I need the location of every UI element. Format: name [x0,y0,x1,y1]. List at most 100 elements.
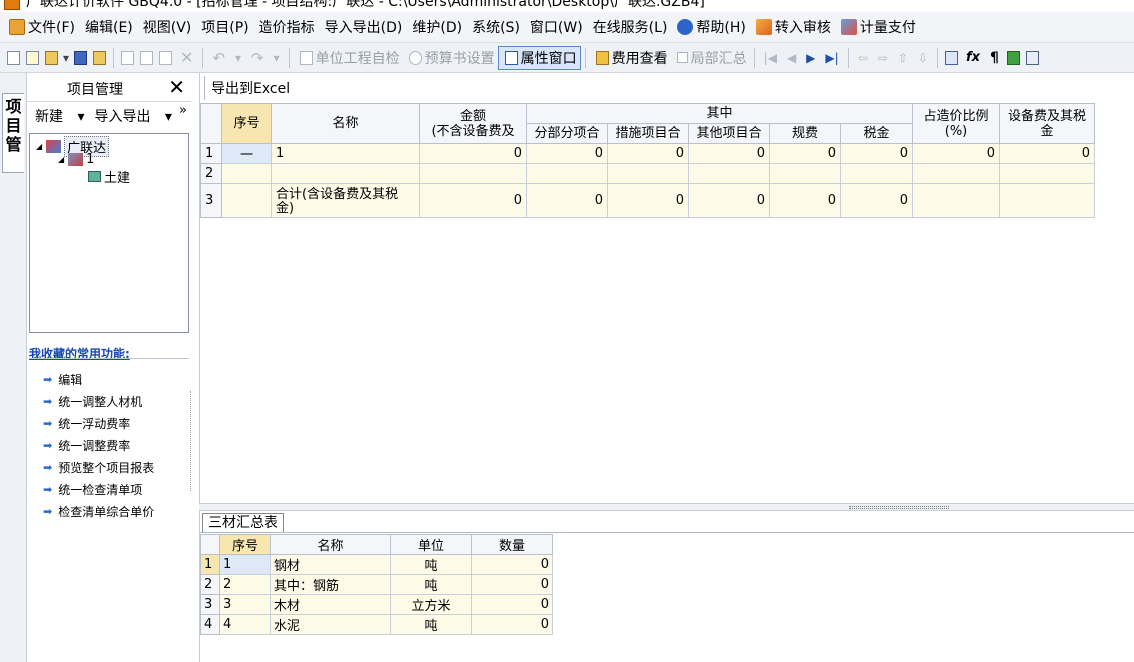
menu-cost-index[interactable]: 造价指标 [254,15,320,39]
pane-splitter[interactable] [199,503,1134,511]
row-number[interactable]: 1 [200,143,222,164]
prev-icon[interactable]: ◀ [787,51,796,65]
close-icon[interactable]: ✕ [168,75,185,99]
new-dropdown[interactable]: 新建 ▾ [35,106,84,126]
cell-sub-items[interactable] [526,163,608,184]
fee-view-button[interactable]: 费用查看 [590,46,671,70]
move-down-icon[interactable]: ⇩ [918,51,928,65]
cell-ratio[interactable] [912,183,1000,218]
menu-help[interactable]: 帮助(H) [672,15,750,39]
row-number[interactable]: 3 [200,594,220,615]
save-as-icon[interactable] [93,50,107,65]
paste-icon[interactable] [159,50,173,65]
row-number[interactable]: 2 [200,574,220,595]
cell-amount[interactable] [419,163,527,184]
row-number[interactable]: 1 [200,554,220,575]
cell-sub-items[interactable]: 0 [526,183,608,218]
import-export-dropdown[interactable]: 导入导出 ▾ [94,106,171,126]
cell-fees[interactable]: 0 [769,143,841,164]
menu-online-service[interactable]: 在线服务(L) [588,15,673,39]
menu-window[interactable]: 窗口(W) [525,15,588,39]
tree-node-single[interactable]: ◢ 1 [58,152,94,167]
header-unit[interactable]: 单位 [390,534,472,555]
export-excel-button[interactable]: 导出到Excel [204,76,296,100]
cell-measures[interactable] [607,163,689,184]
tab-three-materials[interactable]: 三材汇总表 [202,513,284,533]
header-name[interactable]: 名称 [271,103,420,144]
redo-icon[interactable]: ↷ [251,49,264,67]
menu-maintain[interactable]: 维护(D) [407,15,467,39]
open-folder-icon[interactable] [45,50,58,65]
cell-qty[interactable]: 0 [471,614,553,635]
cell-qty[interactable]: 0 [471,554,553,575]
calculator-icon[interactable] [944,50,958,65]
cell-ratio[interactable] [912,163,1000,184]
materials-summary-grid[interactable]: 序号 名称 单位 数量 1 1 钢材 吨 0 2 2 其中：钢筋 吨 0 3 3… [200,534,553,635]
cube-icon[interactable] [1006,50,1020,65]
undo-dropdown-icon[interactable]: ▾ [235,51,241,65]
header-ratio[interactable]: 占造价比例 (%) [912,103,1000,144]
header-qty[interactable]: 数量 [471,534,553,555]
header-equipment[interactable]: 设备费及其税 金 [999,103,1095,144]
tree-node-civil[interactable]: 土建 [88,167,130,186]
move-up-icon[interactable]: ⇧ [898,51,908,65]
header-sub-items[interactable]: 分部分项合 [526,123,608,144]
cell-sub-items[interactable]: 0 [526,143,608,164]
header-name[interactable]: 名称 [270,534,391,555]
cell-seq[interactable]: 4 [219,614,271,635]
cell-other-items[interactable]: 0 [688,183,770,218]
move-right-icon[interactable]: ⇨ [878,51,888,65]
cell-tax[interactable]: 0 [840,183,913,218]
table-row[interactable]: 4 4 水泥 吨 0 [200,614,553,635]
cell-name[interactable]: 其中：钢筋 [270,574,391,595]
menu-edit[interactable]: 编辑(E) [80,15,138,39]
cell-unit[interactable]: 吨 [390,614,472,635]
favorite-item[interactable]: ➡ 检查清单综合单价 [43,503,154,520]
open-dropdown-icon[interactable]: ▾ [63,51,69,65]
cell-seq[interactable] [221,183,272,218]
cell-seq[interactable]: 一 [221,143,272,164]
cell-amount[interactable]: 0 [419,143,527,164]
delete-icon[interactable]: ✕ [180,48,193,67]
save-icon[interactable] [74,50,88,65]
budget-settings-button[interactable]: 预算书设置 [403,46,498,70]
table-row[interactable]: 1 1 钢材 吨 0 [200,554,553,575]
cell-qty[interactable]: 0 [471,574,553,595]
cell-qty[interactable]: 0 [471,594,553,615]
copy-icon[interactable] [140,50,154,65]
splitter-grip[interactable] [849,506,949,509]
row-number[interactable]: 2 [200,163,222,184]
header-seq[interactable]: 序号 [221,103,272,144]
cell-equipment[interactable] [999,163,1095,184]
grid-icon[interactable] [1025,50,1039,65]
redo-dropdown-icon[interactable]: ▾ [274,51,280,65]
favorite-item[interactable]: ➡ 统一调整费率 [43,437,130,454]
collapse-icon[interactable]: ◢ [58,155,64,164]
cell-equipment[interactable]: 0 [999,143,1095,164]
cell-amount[interactable]: 0 [419,183,527,218]
cell-equipment[interactable] [999,183,1095,218]
more-icon[interactable]: » [179,103,187,118]
cut-icon[interactable] [121,50,135,65]
menu-transfer-audit[interactable]: 转入审核 [751,15,836,39]
project-tree[interactable]: ◢ 广联达 ◢ 1 土建 [29,133,189,333]
new-project-icon[interactable] [26,50,39,65]
menu-measure-payment[interactable]: 计量支付 [836,15,921,39]
menu-system[interactable]: 系统(S) [467,15,525,39]
partial-summary-button[interactable]: 局部汇总 [671,46,750,70]
favorite-item[interactable]: ➡ 统一调整人材机 [43,393,142,410]
favorite-item[interactable]: ➡ 预览整个项目报表 [43,459,154,476]
menu-file[interactable]: 文件(F) [4,15,80,39]
cell-fees[interactable]: 0 [769,183,841,218]
cell-other-items[interactable]: 0 [688,143,770,164]
cell-measures[interactable]: 0 [607,183,689,218]
cell-fees[interactable] [769,163,841,184]
cell-seq[interactable]: 2 [219,574,271,595]
favorite-item[interactable]: ➡ 编辑 [43,371,82,388]
cell-name[interactable]: 1 [271,143,420,164]
menu-import-export[interactable]: 导入导出(D) [320,15,408,39]
cost-summary-grid[interactable]: 序号 名称 金额 (不含设备费及 其中 占造价比例 (%) 设备费及其税 金 分… [200,103,1095,218]
menu-project[interactable]: 项目(P) [196,15,253,39]
row-number[interactable]: 3 [200,183,222,218]
cell-name[interactable]: 合计(含设备费及其税金) [271,183,420,218]
